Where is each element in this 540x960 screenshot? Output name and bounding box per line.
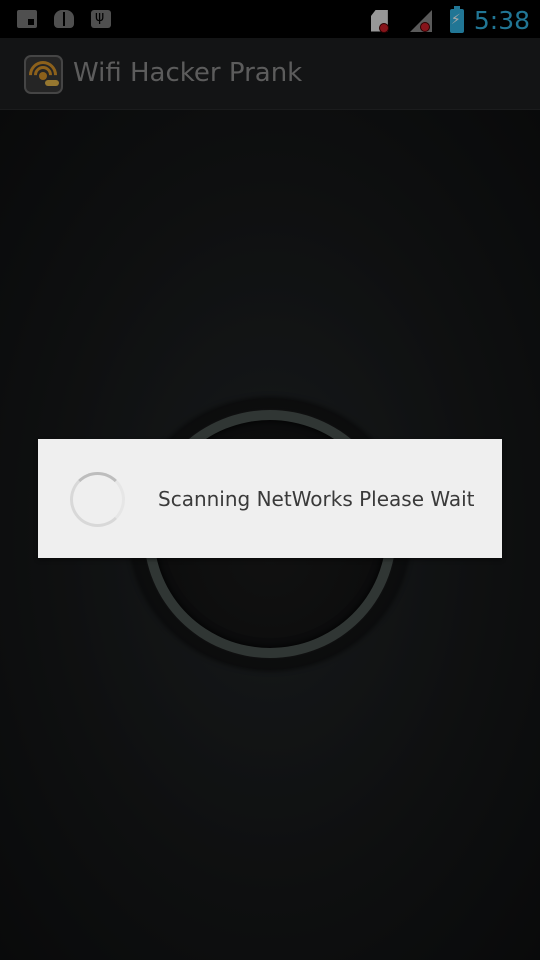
screen: 5:38 Wifi Hacker Prank Scanning NetWorks…	[0, 0, 540, 960]
dialog-message: Scanning NetWorks Please Wait	[158, 487, 475, 511]
progress-spinner-icon	[70, 472, 125, 527]
progress-dialog: Scanning NetWorks Please Wait	[38, 439, 502, 558]
